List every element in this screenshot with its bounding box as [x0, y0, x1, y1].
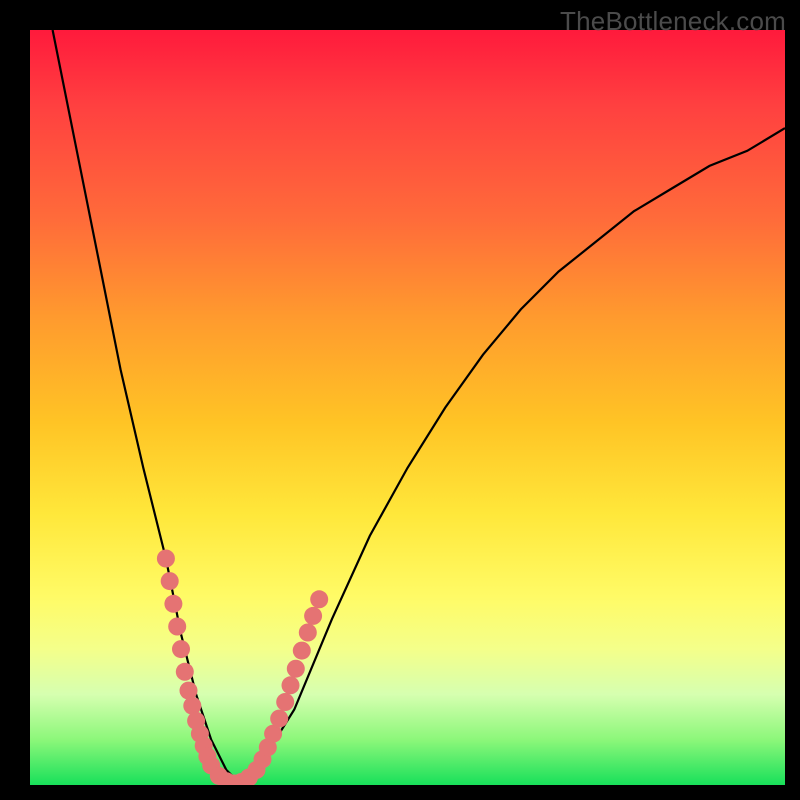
marker-dot — [287, 660, 305, 678]
marker-dot — [293, 642, 311, 660]
marker-dot — [304, 607, 322, 625]
marker-dot — [270, 710, 288, 728]
watermark-text: TheBottleneck.com — [560, 6, 786, 37]
marker-dot — [282, 676, 300, 694]
plot-area — [30, 30, 785, 785]
marker-dot — [299, 624, 317, 642]
chart-frame: TheBottleneck.com — [0, 0, 800, 800]
marker-dots — [157, 550, 328, 786]
marker-dot — [164, 595, 182, 613]
marker-dot — [180, 682, 198, 700]
marker-dot — [183, 697, 201, 715]
marker-dot — [176, 663, 194, 681]
curve-layer — [30, 30, 785, 785]
marker-dot — [157, 550, 175, 568]
marker-dot — [168, 618, 186, 636]
marker-dot — [161, 572, 179, 590]
marker-dot — [276, 693, 294, 711]
marker-dot — [172, 640, 190, 658]
bottleneck-curve — [53, 30, 785, 785]
marker-dot — [310, 590, 328, 608]
